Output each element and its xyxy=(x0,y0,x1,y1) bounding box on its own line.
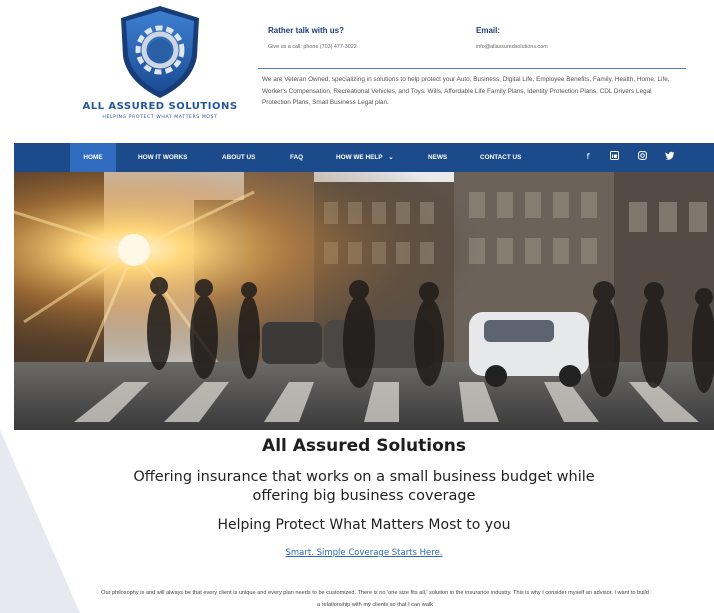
linkedin-icon[interactable] xyxy=(608,151,620,163)
logo-tagline: HELPING PROTECT WHAT MATTERS MOST xyxy=(102,115,218,120)
nav-home[interactable]: HOME xyxy=(70,143,116,172)
linkedin-glyph xyxy=(609,151,619,160)
philosophy-paragraph: Our philosophy is and will always be tha… xyxy=(101,590,649,608)
chevron-down-icon: ⌄ xyxy=(388,154,394,161)
facebook-icon[interactable]: f xyxy=(582,151,594,163)
coverage-link[interactable]: Smart. Simple Coverage Starts Here. xyxy=(14,548,714,558)
nav-how-we-help[interactable]: HOW WE HELP ⌄ xyxy=(336,143,394,172)
instagram-glyph xyxy=(637,151,647,160)
page-title: All Assured Solutions xyxy=(262,436,466,456)
twitter-icon[interactable] xyxy=(664,151,676,163)
main-nav: HOME HOW IT WORKS ABOUT US FAQ HOW WE HE… xyxy=(14,143,714,172)
page: ALL ASSURED SOLUTIONS HELPING PROTECT WH… xyxy=(0,0,714,613)
nav-how-it-works[interactable]: HOW IT WORKS xyxy=(138,143,187,172)
nav-faq[interactable]: FAQ xyxy=(290,143,303,172)
email-link[interactable]: info@allassuredsolutions.com xyxy=(476,44,548,50)
page-tagline: Helping Protect What Matters Most to you xyxy=(217,517,511,533)
nav-about-us[interactable]: ABOUT US xyxy=(222,143,255,172)
nav-news[interactable]: NEWS xyxy=(428,143,447,172)
hero-image xyxy=(14,172,714,430)
header-blurb: We are Veteran Owned, specializing in so… xyxy=(262,76,670,106)
twitter-glyph xyxy=(665,151,675,160)
nav-how-we-help-label: HOW WE HELP xyxy=(336,154,383,161)
logo-name: ALL ASSURED SOLUTIONS xyxy=(82,101,238,112)
instagram-icon[interactable] xyxy=(636,151,648,163)
phone-text[interactable]: Give us a call: phone (703) 477-3022 xyxy=(268,44,357,50)
site-logo[interactable]: ALL ASSURED SOLUTIONS HELPING PROTECT WH… xyxy=(76,4,244,124)
email-heading: Email: xyxy=(476,26,501,35)
page-subtitle: Offering insurance that works on a small… xyxy=(133,469,595,504)
shield-gear-icon xyxy=(121,6,199,98)
header-divider xyxy=(258,68,686,69)
call-heading: Rather talk with us? xyxy=(268,26,345,35)
nav-contact-us[interactable]: CONTACT US xyxy=(480,143,521,172)
